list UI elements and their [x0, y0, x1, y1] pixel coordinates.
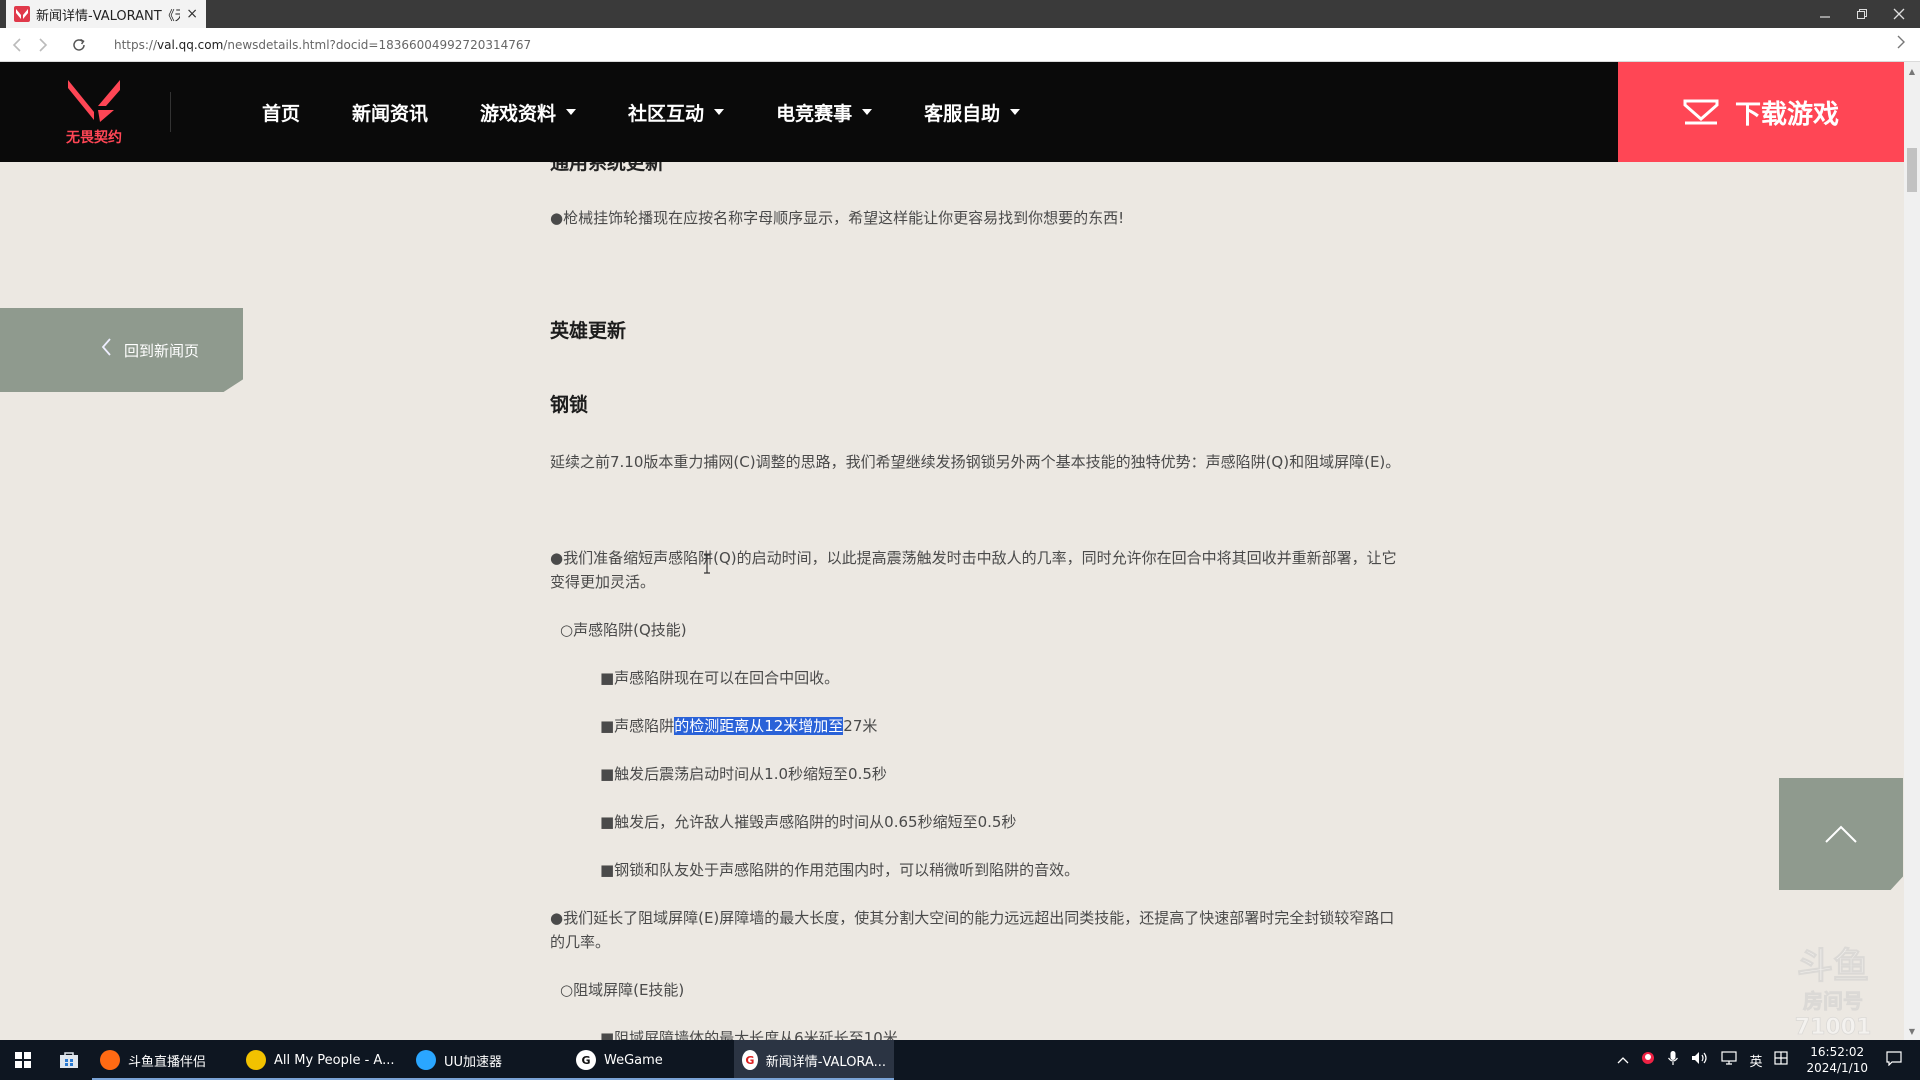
sonic-sensor-item-2: ■声感陷阱的检测距离从12米增加至27米 — [600, 717, 878, 735]
windows-taskbar: 斗鱼直播伴侣 All My People - A... UU加速器 G WeGa… — [0, 1040, 1920, 1080]
header-divider — [170, 92, 171, 132]
svg-text:斗鱼: 斗鱼 — [1797, 946, 1869, 987]
chevron-left-icon — [100, 337, 112, 363]
barrier-mesh-item-1: ■阻域屏障墙体的最大长度从6米延长至10米 — [600, 1029, 898, 1040]
address-bar: https://val.qq.com/newsdetails.html?doci… — [0, 28, 1920, 62]
restore-icon[interactable] — [1843, 0, 1881, 28]
clock-date: 2024/1/10 — [1806, 1061, 1868, 1075]
download-label: 下载游戏 — [1734, 99, 1839, 130]
chevron-down-icon — [714, 109, 725, 115]
nav-support[interactable]: 客服自助 — [924, 99, 1021, 126]
download-game-button[interactable]: 下载游戏 — [1618, 62, 1904, 162]
taskbar-app-uu[interactable]: UU加速器 — [408, 1040, 568, 1080]
valorant-favicon-icon — [14, 6, 30, 22]
reload-icon[interactable] — [66, 32, 92, 58]
sonic-sensor-title: ○声感陷阱(Q技能) — [560, 621, 687, 639]
minimize-icon[interactable] — [1806, 0, 1844, 28]
valorant-logo[interactable]: 无畏契约 — [58, 76, 130, 148]
url-field[interactable]: https://val.qq.com/newsdetails.html?doci… — [114, 38, 531, 52]
main-nav: 首页 新闻资讯 游戏资料 社区互动 电竞赛事 客服自助 — [262, 62, 1072, 162]
taskbar-clock[interactable]: 16:52:02 2024/1/10 — [1806, 1044, 1868, 1076]
paragraph-sonic-sensor-note-2: 变得更加灵活。 — [550, 573, 656, 591]
tray-overflow-icon[interactable] — [1617, 1053, 1629, 1068]
chevron-down-icon — [1010, 109, 1021, 115]
taskbar-app-wegame[interactable]: G WeGame — [568, 1040, 734, 1080]
scroll-down-icon[interactable]: ▼ — [1904, 1024, 1920, 1038]
ime-mode-icon[interactable] — [1774, 1051, 1789, 1069]
notification-center-icon[interactable] — [1886, 1050, 1902, 1070]
tab-close-icon[interactable]: × — [186, 6, 198, 22]
heading-deadlock: 钢锁 — [550, 394, 589, 416]
heading-agent-updates: 英雄更新 — [550, 320, 627, 342]
download-logo-icon — [1683, 99, 1719, 125]
taskbar-app-browser[interactable]: G 新闻详情-VALORA... — [734, 1040, 894, 1080]
svg-text:无畏契约: 无畏契约 — [65, 129, 122, 146]
store-icon[interactable] — [46, 1040, 92, 1080]
sonic-sensor-item-5: ■钢锁和队友处于声感陷阱的作用范围内时，可以稍微听到陷阱的音效。 — [600, 861, 1080, 879]
page-scrollbar[interactable]: ▲ ▼ — [1904, 62, 1920, 1040]
paragraph-barrier-mesh-note-2: 的几率。 — [550, 933, 611, 951]
wegame-icon: G — [576, 1050, 596, 1070]
network-icon[interactable] — [1721, 1051, 1738, 1069]
svg-text:71001: 71001 — [1795, 1015, 1872, 1040]
paragraph-deadlock-intro: 延续之前7.10版本重力捕网(C)调整的思路，我们希望继续发扬钢锁另外两个基本技… — [550, 453, 1401, 471]
chevron-down-icon — [566, 109, 577, 115]
back-arrow-icon[interactable] — [4, 32, 30, 58]
scroll-up-icon[interactable]: ▲ — [1904, 64, 1920, 78]
back-to-top-button[interactable] — [1779, 778, 1903, 890]
address-more-icon[interactable] — [1896, 34, 1906, 53]
taskbar-app-douyu[interactable]: 斗鱼直播伴侣 — [92, 1040, 238, 1080]
browser-icon: G — [742, 1050, 758, 1070]
tray-app-icon[interactable] — [1641, 1051, 1655, 1069]
paragraph-sonic-sensor-note-1: ●我们准备缩短声感陷阱(Q)的启动时间，以此提高震荡触发时击中敌人的几率，同时允… — [550, 549, 1397, 567]
paragraph-skin-carousel: ●枪械挂饰轮播现在应按名称字母顺序显示，希望这样能让你更容易找到你想要的东西! — [550, 209, 1125, 227]
music-player-icon — [246, 1050, 266, 1070]
barrier-mesh-title: ○阻域屏障(E技能) — [560, 981, 685, 999]
back-to-news-button[interactable]: 回到新闻页 — [0, 308, 243, 392]
nav-news[interactable]: 新闻资讯 — [352, 99, 428, 126]
sonic-sensor-item-3: ■触发后震荡启动时间从1.0秒缩短至0.5秒 — [600, 765, 887, 783]
sonic-sensor-item-4: ■触发后，允许敌人摧毁声感陷阱的时间从0.65秒缩短至0.5秒 — [600, 813, 1017, 831]
nav-esports[interactable]: 电竞赛事 — [776, 99, 873, 126]
clock-time: 16:52:02 — [1810, 1045, 1865, 1059]
article-content: 通用系统更新 ●枪械挂饰轮播现在应按名称字母顺序显示，希望这样能让你更容易找到你… — [550, 162, 1450, 1040]
close-window-icon[interactable] — [1880, 0, 1918, 28]
paragraph-barrier-mesh-note-1: ●我们延长了阻域屏障(E)屏障墙的最大长度，使其分割大空间的能力远远超出同类技能… — [550, 909, 1395, 927]
ime-indicator[interactable]: 英 — [1749, 1051, 1762, 1070]
tab-title: 新闻详情-VALORANT《无 — [36, 8, 181, 24]
sonic-sensor-item-1: ■声感陷阱现在可以在回合中回收。 — [600, 669, 840, 687]
microphone-icon[interactable] — [1667, 1050, 1679, 1070]
text-cursor-icon — [704, 554, 710, 574]
browser-tab-active[interactable]: 新闻详情-VALORANT《无 × — [6, 0, 206, 28]
volume-icon[interactable] — [1691, 1051, 1709, 1069]
douyu-watermark: 斗鱼 房间号 71001 — [1778, 944, 1888, 1041]
nav-home[interactable]: 首页 — [262, 99, 300, 126]
nav-community[interactable]: 社区互动 — [628, 99, 725, 126]
text-selection: 的检测距离从12米增加至 — [674, 717, 844, 735]
uu-accelerator-icon — [416, 1050, 436, 1070]
chevron-down-icon — [862, 109, 873, 115]
chevron-up-icon — [1825, 825, 1857, 843]
back-to-news-label: 回到新闻页 — [124, 341, 200, 360]
nav-game-info[interactable]: 游戏资料 — [480, 99, 577, 126]
scroll-thumb[interactable] — [1907, 148, 1917, 192]
svg-text:房间号: 房间号 — [1803, 989, 1863, 1013]
forward-arrow-icon[interactable] — [30, 32, 56, 58]
douyu-icon — [100, 1050, 120, 1070]
windows-start-icon[interactable] — [0, 1040, 46, 1080]
taskbar-app-music[interactable]: All My People - A... — [238, 1040, 408, 1080]
browser-titlebar: 新闻详情-VALORANT《无 × — [0, 0, 1920, 28]
system-tray: 英 16:52:02 2024/1/10 — [1611, 1040, 1920, 1080]
section-heading-cut: 通用系统更新 — [550, 162, 665, 174]
site-header: 无畏契约 首页 新闻资讯 游戏资料 社区互动 电竞赛事 客服自助 下载游戏 — [0, 62, 1904, 162]
